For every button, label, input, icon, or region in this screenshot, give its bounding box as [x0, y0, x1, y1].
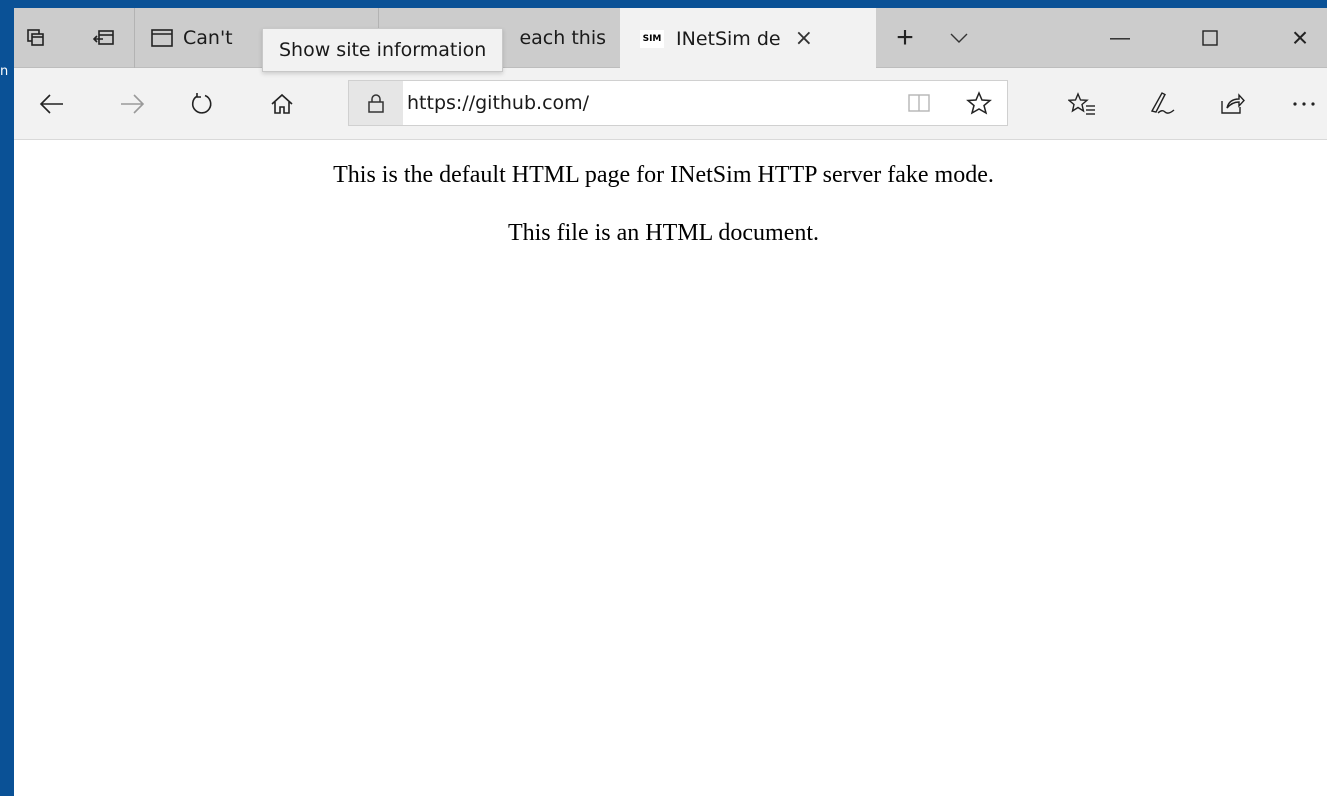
home-icon: [270, 93, 294, 115]
tabs-aside-icon: [26, 28, 46, 48]
reading-view-button[interactable]: [897, 81, 941, 125]
web-note-button[interactable]: [1134, 68, 1190, 140]
html-document-line: This file is an HTML document.: [507, 220, 820, 246]
desktop-edge-text: n: [0, 64, 9, 79]
browser-window: Can't each this SIM INetSim de × + — × S…: [14, 8, 1327, 796]
restore-tabs-icon: [93, 29, 115, 47]
page-content: This is the default HTML page for INetSi…: [14, 140, 1327, 796]
refresh-button[interactable]: [174, 68, 230, 140]
arrow-right-icon: [119, 94, 145, 114]
back-button[interactable]: [24, 68, 80, 140]
favorites-list-icon: [1068, 92, 1096, 116]
maximize-button[interactable]: [1183, 8, 1237, 68]
site-info-tooltip: Show site information: [262, 28, 504, 72]
url-text[interactable]: https://github.com/: [407, 81, 589, 125]
favorites-hub-button[interactable]: [1054, 68, 1110, 140]
pen-icon: [1148, 91, 1176, 117]
maximize-icon: [1201, 29, 1219, 47]
plus-icon: +: [896, 21, 914, 54]
chevron-down-icon: [950, 32, 968, 44]
restore-tabs-button[interactable]: [82, 8, 126, 68]
book-icon: [907, 93, 931, 113]
sim-favicon-icon: SIM: [640, 29, 664, 48]
close-window-button[interactable]: ×: [1273, 8, 1327, 68]
default-page-line: This is the default HTML page for INetSi…: [333, 162, 994, 188]
more-menu-button[interactable]: [1276, 68, 1327, 140]
address-bar[interactable]: https://github.com/: [348, 80, 1008, 126]
forward-button[interactable]: [104, 68, 160, 140]
star-icon: [966, 91, 992, 115]
close-icon: ×: [1291, 22, 1309, 53]
tab-label: each this: [519, 27, 606, 49]
tab-label: INetSim de: [676, 27, 781, 50]
lock-icon: [367, 93, 385, 113]
close-tab-button[interactable]: ×: [795, 26, 813, 51]
tabs-aside-button[interactable]: [14, 8, 58, 68]
minimize-icon: —: [1110, 26, 1130, 49]
new-tab-button[interactable]: +: [876, 8, 934, 68]
add-favorite-button[interactable]: [957, 81, 1001, 125]
share-icon: [1219, 92, 1245, 116]
refresh-icon: [190, 92, 214, 116]
tab-strip: Can't each this SIM INetSim de × + — ×: [14, 8, 1327, 69]
minimize-button[interactable]: —: [1093, 8, 1147, 68]
share-button[interactable]: [1204, 68, 1260, 140]
navigation-bar: https://github.com/: [14, 68, 1327, 140]
more-dots-icon: [1292, 101, 1316, 107]
tab-label: Can't: [183, 27, 233, 49]
page-icon: [151, 29, 173, 47]
arrow-left-icon: [39, 94, 65, 114]
tab-list-button[interactable]: [934, 8, 984, 68]
site-info-button[interactable]: [349, 81, 403, 125]
tab-inetsim[interactable]: SIM INetSim de ×: [620, 8, 876, 69]
home-button[interactable]: [254, 68, 310, 140]
